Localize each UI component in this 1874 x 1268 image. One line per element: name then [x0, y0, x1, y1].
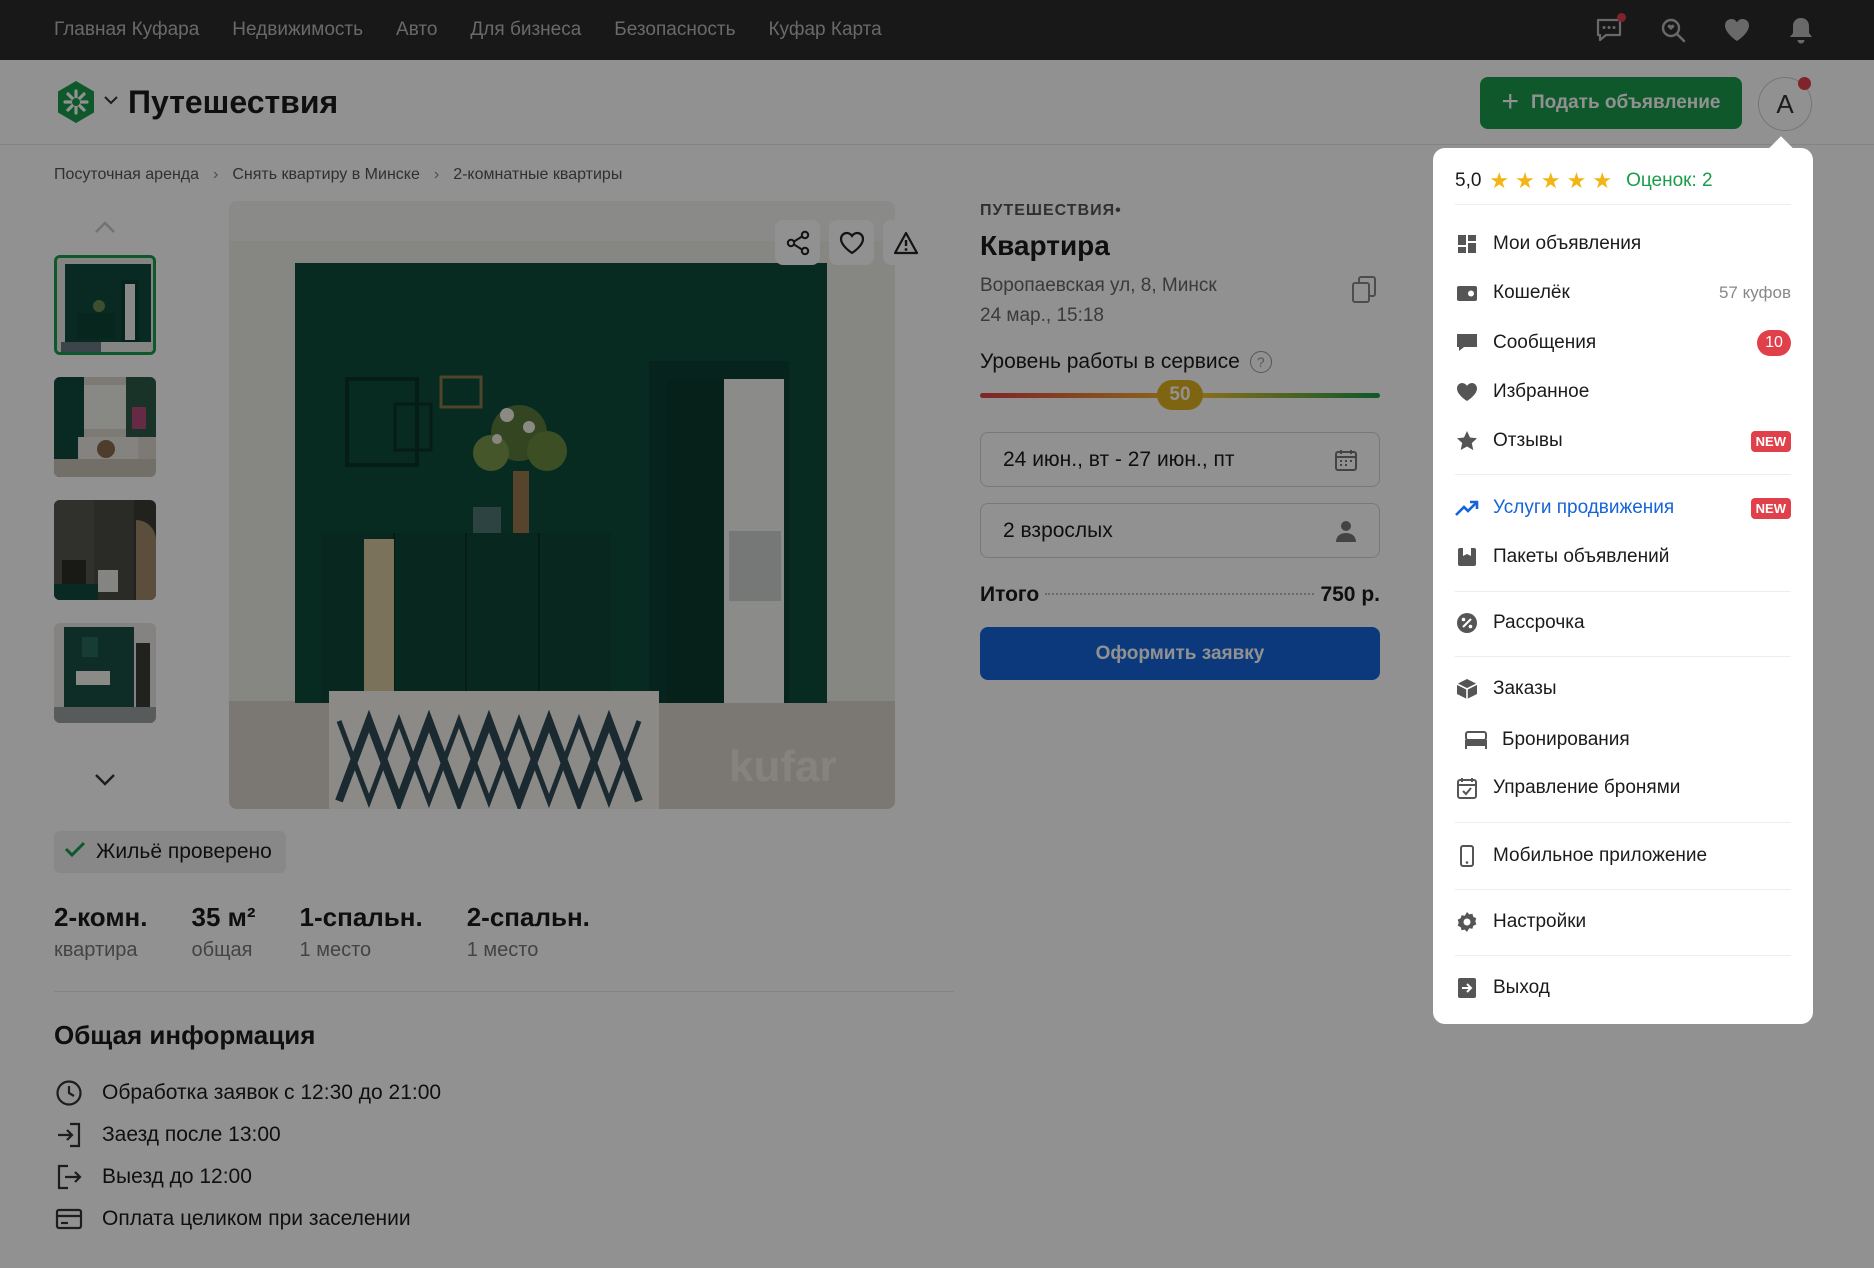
- menu-divider: [1455, 474, 1791, 475]
- bed-icon: [1464, 728, 1488, 752]
- menu-divider: [1455, 889, 1791, 890]
- menu-item-label: Сообщения: [1493, 332, 1597, 353]
- menu-item-logout[interactable]: Выход: [1455, 968, 1791, 1008]
- menu-divider: [1455, 955, 1791, 956]
- menu-item-mobile-app[interactable]: Мобильное приложение: [1455, 836, 1791, 876]
- star-icon: ★: [1515, 168, 1535, 193]
- menu-item-label: Избранное: [1493, 381, 1590, 402]
- menu-item-favorites[interactable]: Избранное: [1455, 372, 1791, 412]
- rating-count: Оценок: 2: [1626, 170, 1713, 191]
- menu-item-label: Отзывы: [1493, 430, 1563, 451]
- menu-item-label: Заказы: [1493, 678, 1557, 699]
- menu-item-label: Настройки: [1493, 911, 1587, 932]
- menu-item-label: Выход: [1493, 977, 1550, 998]
- rating-value: 5,0: [1455, 170, 1482, 191]
- menu-item-installments[interactable]: Рассрочка: [1455, 603, 1791, 643]
- user-dropdown-menu: 5,0 ★ ★ ★ ★ ★ Оценок: 2 Мои объявления К…: [1433, 148, 1813, 1024]
- star-icon: ★: [1566, 168, 1587, 193]
- menu-divider: [1455, 204, 1791, 205]
- menu-item-manage-bookings[interactable]: Управление бронями: [1455, 768, 1791, 808]
- star-icon: [1455, 429, 1479, 453]
- messages-count-badge: 10: [1757, 330, 1791, 356]
- menu-divider: [1455, 591, 1791, 592]
- menu-item-promotion-services[interactable]: Услуги продвижения NEW: [1455, 488, 1791, 528]
- box-icon: [1455, 677, 1479, 701]
- menu-divider: [1455, 822, 1791, 823]
- new-badge: NEW: [1750, 430, 1791, 452]
- star-icon: ★: [1592, 168, 1613, 193]
- heart-icon: [1455, 380, 1479, 404]
- menu-item-label: Пакеты объявлений: [1493, 546, 1670, 567]
- menu-item-settings[interactable]: Настройки: [1455, 902, 1791, 942]
- menu-item-ad-packages[interactable]: Пакеты объявлений: [1455, 537, 1791, 577]
- menu-item-reviews[interactable]: Отзывы NEW: [1455, 421, 1791, 461]
- dashboard-icon: [1455, 232, 1479, 256]
- star-icon: ★: [1489, 168, 1510, 193]
- calendar-check-icon: [1455, 776, 1479, 800]
- menu-item-label: Рассрочка: [1493, 612, 1585, 633]
- menu-divider: [1455, 656, 1791, 657]
- menu-item-label: Мои объявления: [1493, 233, 1642, 254]
- percent-icon: [1455, 611, 1479, 635]
- menu-item-my-ads[interactable]: Мои объявления: [1455, 224, 1791, 264]
- wallet-icon: [1455, 281, 1479, 305]
- menu-item-label: Мобильное приложение: [1493, 845, 1708, 866]
- menu-item-bookings-inner: Бронирования: [1464, 709, 1630, 771]
- menu-item-bookings[interactable]: Бронирования: [1448, 709, 1800, 771]
- chat-icon: [1455, 331, 1479, 355]
- menu-item-orders[interactable]: Заказы: [1455, 669, 1791, 709]
- logout-icon: [1455, 976, 1479, 1000]
- star-icon: ★: [1540, 168, 1561, 193]
- menu-item-label: Управление бронями: [1493, 777, 1681, 798]
- menu-item-wallet[interactable]: Кошелёк 57 куфов: [1455, 273, 1791, 313]
- package-icon: [1455, 545, 1479, 569]
- wallet-balance: 57 куфов: [1718, 283, 1791, 302]
- user-rating[interactable]: 5,0 ★ ★ ★ ★ ★ Оценок: 2: [1455, 168, 1713, 194]
- phone-icon: [1455, 844, 1479, 868]
- menu-item-label: Бронирования: [1502, 729, 1630, 750]
- menu-item-label: Услуги продвижения: [1493, 497, 1675, 518]
- trend-up-icon: [1455, 496, 1479, 520]
- new-badge: NEW: [1750, 497, 1791, 519]
- gear-icon: [1455, 910, 1479, 934]
- menu-item-messages[interactable]: Сообщения 10: [1455, 323, 1791, 363]
- menu-item-label: Кошелёк: [1493, 282, 1570, 303]
